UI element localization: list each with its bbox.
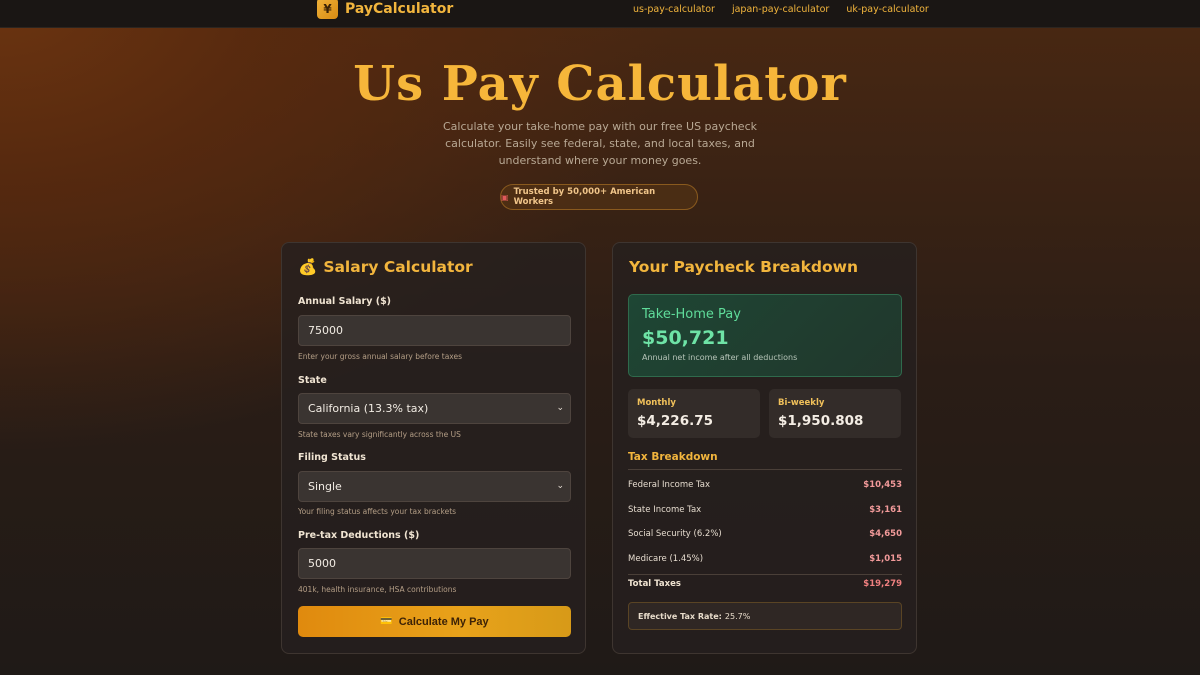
annual-salary-hint: Enter your gross annual salary before ta… [298, 352, 463, 361]
monthly-value: $4,226.75 [637, 413, 714, 429]
takehome-value: $50,721 [642, 327, 729, 349]
nav-links: us-pay-calculator japan-pay-calculator u… [633, 4, 946, 15]
takehome-note: Annual net income after all deductions [642, 353, 798, 362]
brand-name: PayCalculator [345, 0, 454, 17]
state-value: California (13.3% tax) [308, 402, 429, 415]
biweekly-label: Bi-weekly [778, 398, 825, 408]
pretax-label: Pre-tax Deductions ($) [298, 530, 420, 541]
nav-link-japan[interactable]: japan-pay-calculator [732, 4, 829, 15]
effective-tax-rate: Effective Tax Rate: 25.7% [628, 602, 902, 630]
divider [628, 469, 902, 470]
tax-row-value: $4,650 [869, 529, 902, 539]
hero-subtitle: Calculate your take-home pay with our fr… [443, 120, 757, 167]
filing-status-value: Single [308, 480, 342, 493]
filing-status-hint: Your filing status affects your tax brac… [298, 507, 457, 516]
tax-row-value: $3,161 [869, 505, 902, 515]
tax-row-value: $10,453 [863, 480, 902, 490]
money-bag-icon: 💰 [298, 258, 318, 276]
calculate-button[interactable]: 💳 Calculate My Pay [298, 606, 571, 637]
total-taxes-label: Total Taxes [628, 579, 681, 589]
filing-status-label: Filing Status [298, 452, 366, 463]
breakdown-title: Your Paycheck Breakdown [629, 258, 859, 276]
effective-tax-value: 25.7% [724, 611, 751, 621]
top-nav: ¥ PayCalculator us-pay-calculator japan-… [0, 0, 1200, 28]
tax-row-label: State Income Tax [628, 505, 702, 515]
pretax-hint: 401k, health insurance, HSA contribution… [298, 585, 457, 594]
trust-badge: ▣ Trusted by 50,000+ American Workers [500, 184, 698, 210]
tax-row-label: Medicare (1.45%) [628, 554, 704, 564]
biweekly-value: $1,950.808 [778, 413, 864, 429]
tax-row: Medicare (1.45%) $1,015 [628, 554, 902, 568]
calculator-title-text: Salary Calculator [323, 258, 473, 276]
tax-row: Social Security (6.2%) $4,650 [628, 529, 902, 543]
nav-link-us[interactable]: us-pay-calculator [633, 4, 715, 15]
state-select[interactable]: California (13.3% tax) ⌄ [298, 393, 571, 424]
tax-row-label: Social Security (6.2%) [628, 529, 722, 539]
divider [628, 574, 902, 575]
brand-link[interactable]: ¥ PayCalculator [317, 0, 453, 19]
paycheck-breakdown-card: Your Paycheck Breakdown Take-Home Pay $5… [612, 242, 917, 654]
tax-row-label: Federal Income Tax [628, 480, 711, 490]
takehome-panel: Take-Home Pay $50,721 Annual net income … [628, 294, 902, 377]
biweekly-panel: Bi-weekly $1,950.808 [769, 389, 901, 438]
chevron-down-icon: ⌄ [556, 481, 564, 491]
takehome-label: Take-Home Pay [642, 307, 741, 322]
page-title: Us Pay Calculator [353, 56, 847, 112]
state-label: State [298, 375, 327, 386]
chevron-down-icon: ⌄ [556, 403, 564, 413]
trust-badge-text: Trusted by 50,000+ American Workers [513, 187, 656, 207]
yen-logo-icon: ¥ [317, 0, 338, 19]
pretax-input[interactable]: 5000 [298, 548, 571, 579]
calculator-title: 💰 Salary Calculator [298, 258, 473, 276]
salary-calculator-card: 💰 Salary Calculator Annual Salary ($) 750… [281, 242, 586, 654]
monthly-panel: Monthly $4,226.75 [628, 389, 760, 438]
effective-tax-label: Effective Tax Rate: [638, 611, 722, 621]
tax-row-value: $1,015 [869, 554, 902, 564]
pretax-value: 5000 [308, 557, 336, 570]
state-hint: State taxes vary significantly across th… [298, 430, 461, 439]
tax-breakdown-title: Tax Breakdown [628, 451, 718, 463]
us-flag-icon: ▣ [501, 192, 509, 202]
monthly-label: Monthly [637, 398, 676, 408]
total-taxes-value: $19,279 [863, 579, 902, 589]
credit-card-icon: 💳 [380, 616, 393, 627]
annual-salary-label: Annual Salary ($) [298, 296, 392, 307]
calculate-button-label: Calculate My Pay [398, 615, 489, 628]
annual-salary-input[interactable]: 75000 [298, 315, 571, 346]
tax-row: State Income Tax $3,161 [628, 505, 902, 519]
tax-row: Federal Income Tax $10,453 [628, 480, 902, 494]
nav-link-uk[interactable]: uk-pay-calculator [846, 4, 929, 15]
filing-status-select[interactable]: Single ⌄ [298, 471, 571, 502]
annual-salary-value: 75000 [308, 324, 343, 337]
total-taxes-row: Total Taxes $19,279 [628, 579, 902, 593]
